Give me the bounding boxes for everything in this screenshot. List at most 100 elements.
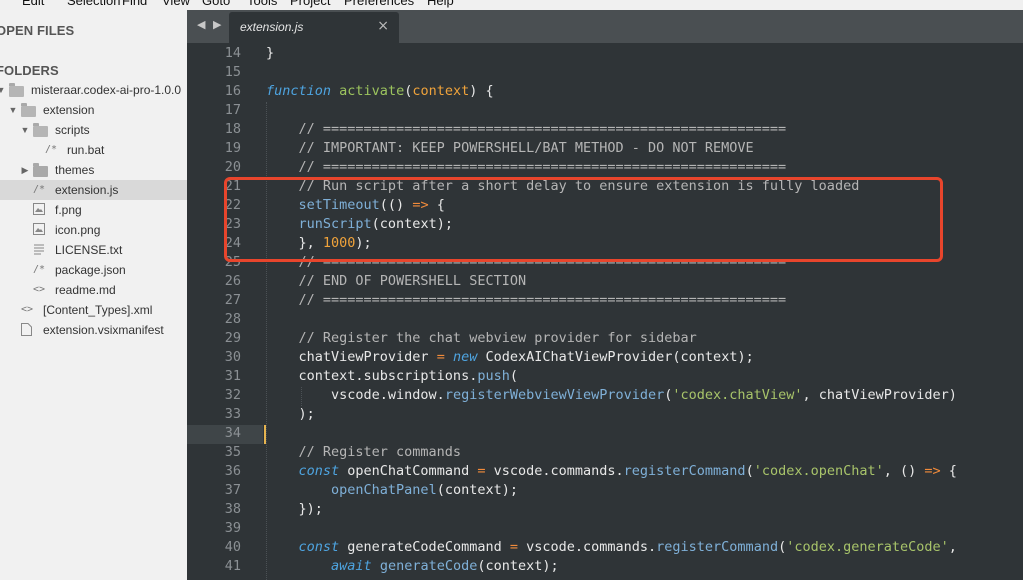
code-line[interactable]: } xyxy=(266,45,274,61)
line-number: 17 xyxy=(224,102,241,118)
open-files-header: OPEN FILES xyxy=(0,23,75,38)
menu-item-view[interactable]: View xyxy=(162,0,190,8)
tree-item-label: icon.png xyxy=(55,223,101,237)
tab-label: extension.js xyxy=(240,20,304,34)
code-file-icon: /* xyxy=(33,264,46,275)
menu-item-tools[interactable]: Tools xyxy=(247,0,277,8)
tree-file[interactable]: /* package.json xyxy=(0,260,187,280)
tree-item-label: readme.md xyxy=(55,283,116,297)
sidebar: OPEN FILES FOLDERS ▼ misteraar.codex-ai-p… xyxy=(0,10,187,580)
line-number: 29 xyxy=(224,330,241,346)
code-line[interactable]: function activate(context) { xyxy=(266,83,494,99)
line-number: 14 xyxy=(224,45,241,61)
code-line[interactable]: openChatPanel(context); xyxy=(266,482,518,498)
folders-header: FOLDERS xyxy=(0,63,59,78)
red-highlight-box xyxy=(224,177,943,262)
tree-file[interactable]: <> readme.md xyxy=(0,280,187,300)
tree-folder[interactable]: ▶ themes xyxy=(0,160,187,180)
tree-item-label: run.bat xyxy=(67,143,105,157)
code-line[interactable]: // =====================================… xyxy=(266,159,787,175)
line-number: 19 xyxy=(224,140,241,156)
line-number: 33 xyxy=(224,406,241,422)
tab-nav-arrows[interactable]: ◀ ▶ xyxy=(197,18,223,31)
line-number: 28 xyxy=(224,311,241,327)
code-line[interactable]: // =====================================… xyxy=(266,292,787,308)
tree-file[interactable]: f.png xyxy=(0,200,187,220)
tree-item-label: misteraar.codex-ai-pro-1.0.0 xyxy=(31,83,182,97)
menu-item-goto[interactable]: Goto xyxy=(202,0,230,8)
code-line[interactable]: // IMPORTANT: KEEP POWERSHELL/BAT METHOD… xyxy=(266,140,754,156)
tree-folder[interactable]: ▼ misteraar.codex-ai-pro-1.0.0 xyxy=(0,80,187,100)
code-line[interactable]: const openChatCommand = vscode.commands.… xyxy=(266,463,957,479)
tree-file[interactable]: extension.vsixmanifest xyxy=(0,320,187,340)
line-number: 37 xyxy=(224,482,241,498)
line-number: 40 xyxy=(224,539,241,555)
line-number: 41 xyxy=(224,558,241,574)
line-number: 20 xyxy=(224,159,241,175)
tree-item-label: LICENSE.txt xyxy=(55,243,123,257)
file-icon xyxy=(21,323,32,339)
line-number: 32 xyxy=(224,387,241,403)
code-line[interactable]: }); xyxy=(266,501,323,517)
code-line[interactable]: await generateCode(context); xyxy=(266,558,559,574)
code-line[interactable]: vscode.window.registerWebviewViewProvide… xyxy=(266,387,957,403)
line-number: 36 xyxy=(224,463,241,479)
code-line[interactable]: // Register commands xyxy=(266,444,462,460)
chevron-down-icon[interactable]: ▼ xyxy=(20,125,30,135)
tree-item-label: f.png xyxy=(55,203,82,217)
menu-item-project[interactable]: Project xyxy=(290,0,330,8)
menu-item-selection[interactable]: Selection xyxy=(67,0,120,8)
tab-extension-js[interactable]: extension.js × xyxy=(229,12,399,43)
folder-icon xyxy=(9,83,24,97)
code-file-icon: /* xyxy=(33,184,46,195)
tree-file[interactable]: icon.png xyxy=(0,220,187,240)
folder-icon xyxy=(33,163,48,177)
folder-icon xyxy=(21,103,36,117)
tree-file[interactable]: LICENSE.txt xyxy=(0,240,187,260)
line-number: 26 xyxy=(224,273,241,289)
chevron-down-icon[interactable]: ▼ xyxy=(0,85,6,95)
line-number: 18 xyxy=(224,121,241,137)
tree-item-label: themes xyxy=(55,163,95,177)
image-file-icon xyxy=(33,223,45,238)
line-number: 39 xyxy=(224,520,241,536)
code-line[interactable]: // END OF POWERSHELL SECTION xyxy=(266,273,527,289)
tree-item-label: extension.vsixmanifest xyxy=(43,323,164,337)
close-icon[interactable]: × xyxy=(377,18,389,34)
chevron-down-icon[interactable]: ▼ xyxy=(8,105,18,115)
code-line[interactable]: // Register the chat webview provider fo… xyxy=(266,330,697,346)
indent-guide xyxy=(301,387,302,406)
line-number: 27 xyxy=(224,292,241,308)
menu-item-find[interactable]: Find xyxy=(122,0,147,8)
markup-file-icon: <> xyxy=(33,284,46,295)
tree-folder[interactable]: ▼ scripts xyxy=(0,120,187,140)
tree-file[interactable]: /* extension.js xyxy=(0,180,187,200)
code-line[interactable]: chatViewProvider = new CodexAIChatViewPr… xyxy=(266,349,754,365)
markup-file-icon: <> xyxy=(21,304,34,315)
tree-item-label: extension.js xyxy=(55,183,119,197)
line-number: 30 xyxy=(224,349,241,365)
code-line[interactable]: context.subscriptions.push( xyxy=(266,368,518,384)
tree-item-label: extension xyxy=(43,103,95,117)
tree-file[interactable]: <> [Content_Types].xml xyxy=(0,300,187,320)
line-number: 31 xyxy=(224,368,241,384)
code-line[interactable]: // =====================================… xyxy=(266,121,787,137)
tree-file[interactable]: /* run.bat xyxy=(0,140,187,160)
line-number: 16 xyxy=(224,83,241,99)
tree-item-label: [Content_Types].xml xyxy=(43,303,153,317)
code-editor[interactable]: 14 15 16 17 18 19 20 21 22 23 24 25 26 27 28 29 30 31 32 33… xyxy=(187,43,1023,580)
line-number: 34 xyxy=(224,425,241,441)
indent-guide xyxy=(266,102,267,580)
line-number: 38 xyxy=(224,501,241,517)
code-line[interactable]: const generateCodeCommand = vscode.comma… xyxy=(266,539,965,555)
menu-bar: FileEditSelectionFindViewGotoToolsProjec… xyxy=(0,0,1023,10)
menu-item-preferences[interactable]: Preferences xyxy=(344,0,414,8)
menu-item-edit[interactable]: Edit xyxy=(22,0,44,8)
code-line[interactable]: ); xyxy=(266,406,315,422)
line-number-gutter: 14 15 16 17 18 19 20 21 22 23 24 25 26 27 28 29 30 31 32 33… xyxy=(187,43,263,580)
chevron-right-icon[interactable]: ▶ xyxy=(20,165,30,175)
menu-item-help[interactable]: Help xyxy=(427,0,454,8)
tree-folder[interactable]: ▼ extension xyxy=(0,100,187,120)
line-number: 15 xyxy=(224,64,241,80)
text-file-icon xyxy=(33,243,45,258)
